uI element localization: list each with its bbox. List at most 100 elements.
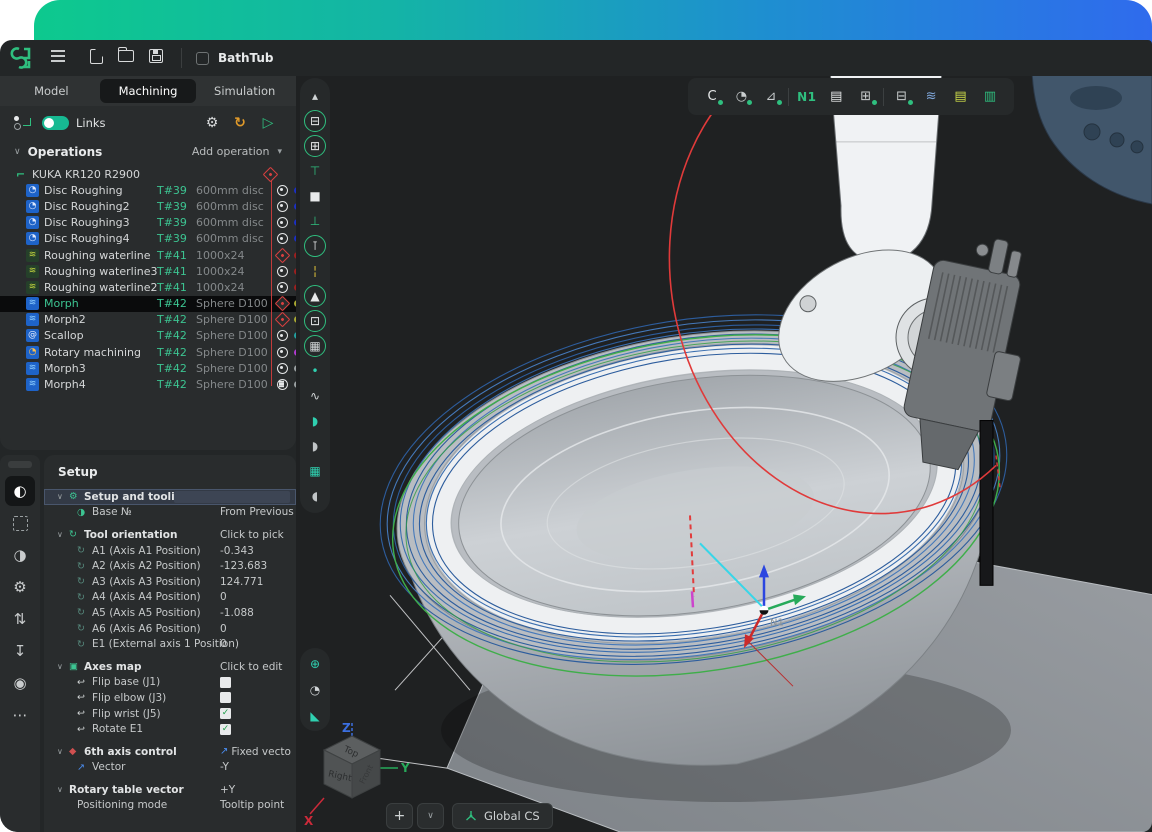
disc-blade-icon[interactable]: ◑ xyxy=(5,540,35,570)
setup-row-value[interactable]: -123.683 xyxy=(220,560,267,572)
setup-row[interactable]: ∨◆6th axis control↗Fixed vecto xyxy=(44,744,296,760)
setup-row-value[interactable]: Click to edit xyxy=(220,661,282,673)
new-file-icon[interactable] xyxy=(81,49,111,68)
status-diamond-icon[interactable] xyxy=(274,312,290,328)
collapse-chevron-icon[interactable]: ∨ xyxy=(57,530,69,539)
setup-datum-icon[interactable]: ◐ xyxy=(5,476,35,506)
setup-row[interactable]: ↩Flip base (J1) xyxy=(44,675,296,691)
signal-graph-icon[interactable]: ≋ xyxy=(919,89,943,104)
add-operation-caret-icon[interactable]: ▾ xyxy=(277,147,282,157)
tool-green-2-icon[interactable]: ⊥ xyxy=(302,208,328,233)
status-circle-icon[interactable] xyxy=(277,266,288,277)
setup-row-value[interactable]: 0 xyxy=(220,591,227,603)
setup-row-value[interactable]: -0.343 xyxy=(220,545,254,557)
collapse-chevron-icon[interactable]: ∨ xyxy=(57,662,69,671)
setup-row[interactable]: Positioning modeTooltip point xyxy=(44,798,296,814)
setup-row[interactable]: ↩Rotate E1✓ xyxy=(44,721,296,737)
setup-row[interactable]: ↻A5 (Axis A5 Position)-1.088 xyxy=(44,605,296,621)
blank-sheet-icon[interactable]: ▤ xyxy=(824,89,848,104)
settings-gear-icon[interactable]: ⚙ xyxy=(198,115,226,131)
operation-row[interactable]: ≋Roughing waterline2T#411000x24 xyxy=(0,279,296,295)
more-options-icon[interactable]: ⋯ xyxy=(5,700,35,730)
global-cs-button[interactable]: Global CS xyxy=(452,803,553,829)
setup-row[interactable]: ↻A2 (Axis A2 Position)-123.683 xyxy=(44,558,296,574)
settings-gear-icon[interactable]: ⚙ xyxy=(5,572,35,602)
checkbox-unchecked[interactable] xyxy=(220,677,231,688)
setup-row[interactable]: ↩Flip wrist (J5)✓ xyxy=(44,706,296,722)
collapse-chevron-icon[interactable]: ∨ xyxy=(57,492,69,501)
setup-row-value[interactable]: 0 xyxy=(220,638,227,650)
tool-layers-icon[interactable]: ▤ xyxy=(949,89,973,104)
operation-row[interactable]: ◔Rotary machiningT#42Sphere D100 xyxy=(0,344,296,360)
setup-row[interactable]: ∨▣Axes mapClick to edit xyxy=(44,659,296,675)
status-circle-icon[interactable] xyxy=(277,233,288,244)
setup-row[interactable]: ↻A3 (Axis A3 Position)124.771 xyxy=(44,574,296,590)
operation-row[interactable]: ≋Roughing waterlineT#411000x24 xyxy=(0,247,296,263)
setup-row-value[interactable]: -Y xyxy=(220,761,229,773)
run-simulation-icon[interactable]: ▷ xyxy=(254,115,282,131)
collapse-chevron-icon[interactable]: ∨ xyxy=(14,147,21,157)
status-circle-icon[interactable] xyxy=(277,201,288,212)
status-pause-icon[interactable] xyxy=(277,379,288,390)
open-file-icon[interactable] xyxy=(111,50,141,66)
statistics-bars-icon[interactable]: ▥ xyxy=(978,89,1002,104)
machine-head-2-icon[interactable]: ⊞ xyxy=(304,135,326,157)
collapse-chevron-icon[interactable]: ∨ xyxy=(57,747,69,756)
fixture-2-icon[interactable]: ⊡ xyxy=(304,310,326,332)
setup-row-value[interactable]: Tooltip point xyxy=(220,799,284,811)
app-logo-icon[interactable] xyxy=(8,45,34,71)
tab-simulation[interactable]: Simulation xyxy=(196,79,293,103)
links-toggle[interactable] xyxy=(42,116,69,130)
setup-row[interactable]: ↩Flip elbow (J3) xyxy=(44,690,296,706)
tool-small-icon[interactable]: ¦ xyxy=(302,258,328,283)
cs-expand-button[interactable]: ∨ xyxy=(417,803,444,829)
setup-row[interactable]: ↻A4 (Axis A4 Position)0 xyxy=(44,590,296,606)
setup-value-input[interactable] xyxy=(174,491,290,503)
operation-row[interactable]: ≋Morph3T#42Sphere D100 xyxy=(0,360,296,376)
status-circle-icon[interactable] xyxy=(277,330,288,341)
selection-frame-icon[interactable] xyxy=(5,508,35,538)
setup-row[interactable]: ∨↻Tool orientationClick to pick xyxy=(44,527,296,543)
flag-marker-icon[interactable]: ◣ xyxy=(302,707,328,724)
checkbox-checked[interactable]: ✓ xyxy=(220,708,231,719)
tab-machining[interactable]: Machining xyxy=(100,79,197,103)
setup-row-value[interactable]: From Previous xyxy=(220,506,294,518)
operation-row[interactable]: ≋Morph4T#42Sphere D100 xyxy=(0,376,296,392)
setup-row[interactable]: ↻E1 (External axis 1 Position)0 xyxy=(44,636,296,652)
caliper-icon[interactable]: ⊿ xyxy=(759,89,783,104)
tool-pair-icon[interactable]: ⊞ xyxy=(854,89,878,104)
operation-row[interactable]: ◔Disc Roughing2T#39600mm disc xyxy=(0,198,296,214)
swap-order-icon[interactable]: ⇅ xyxy=(5,604,35,634)
tape-measure-icon[interactable]: ◔ xyxy=(729,89,753,104)
status-diamond-icon[interactable] xyxy=(262,166,278,182)
operation-row[interactable]: ≋Morph2T#42Sphere D100 xyxy=(0,312,296,328)
setup-row-value[interactable]: ↗Fixed vecto xyxy=(220,746,291,758)
ribbon-gray-icon[interactable]: ◗ xyxy=(302,433,328,458)
status-circle-icon[interactable] xyxy=(277,217,288,228)
setup-row-value[interactable]: 0 xyxy=(220,623,227,635)
spline-curve-icon[interactable]: ∿ xyxy=(302,383,328,408)
tool-tip-icon[interactable]: ⊺ xyxy=(304,235,326,257)
main-menu-icon[interactable] xyxy=(43,47,73,69)
operation-row[interactable]: ◔Disc Roughing3T#39600mm disc xyxy=(0,215,296,231)
setup-row[interactable]: ◑Base №From Previous xyxy=(44,505,296,521)
point-icon[interactable]: • xyxy=(302,358,328,383)
tab-model[interactable]: Model xyxy=(3,79,100,103)
operation-row[interactable]: ◔Disc Roughing4T#39600mm disc xyxy=(0,231,296,247)
status-circle-icon[interactable] xyxy=(277,363,288,374)
setup-row[interactable]: ↻A1 (Axis A1 Position)-0.343 xyxy=(44,543,296,559)
arc-center-tool-icon[interactable]: C xyxy=(700,89,724,104)
links-node-icon[interactable] xyxy=(14,116,30,130)
surface-grid-icon[interactable]: ▦ xyxy=(302,458,328,483)
viewport-3d[interactable]: N1 Z Y X Top Right Front xyxy=(296,76,1152,832)
operation-row[interactable]: ≋MorphT#42Sphere D100 xyxy=(0,296,296,312)
clamp-icon[interactable]: ◉ xyxy=(5,668,35,698)
operation-row[interactable]: ≋Roughing waterline3T#411000x24 xyxy=(0,263,296,279)
operation-row[interactable]: @ScallopT#42Sphere D100 xyxy=(0,328,296,344)
control-panel-icon[interactable]: ⊟ xyxy=(890,89,914,104)
status-circle-icon[interactable] xyxy=(277,185,288,196)
scene-3d[interactable]: N1 xyxy=(296,76,1152,832)
status-circle-icon[interactable] xyxy=(277,347,288,358)
save-file-icon[interactable] xyxy=(141,49,171,67)
status-diamond-icon[interactable] xyxy=(274,296,290,312)
